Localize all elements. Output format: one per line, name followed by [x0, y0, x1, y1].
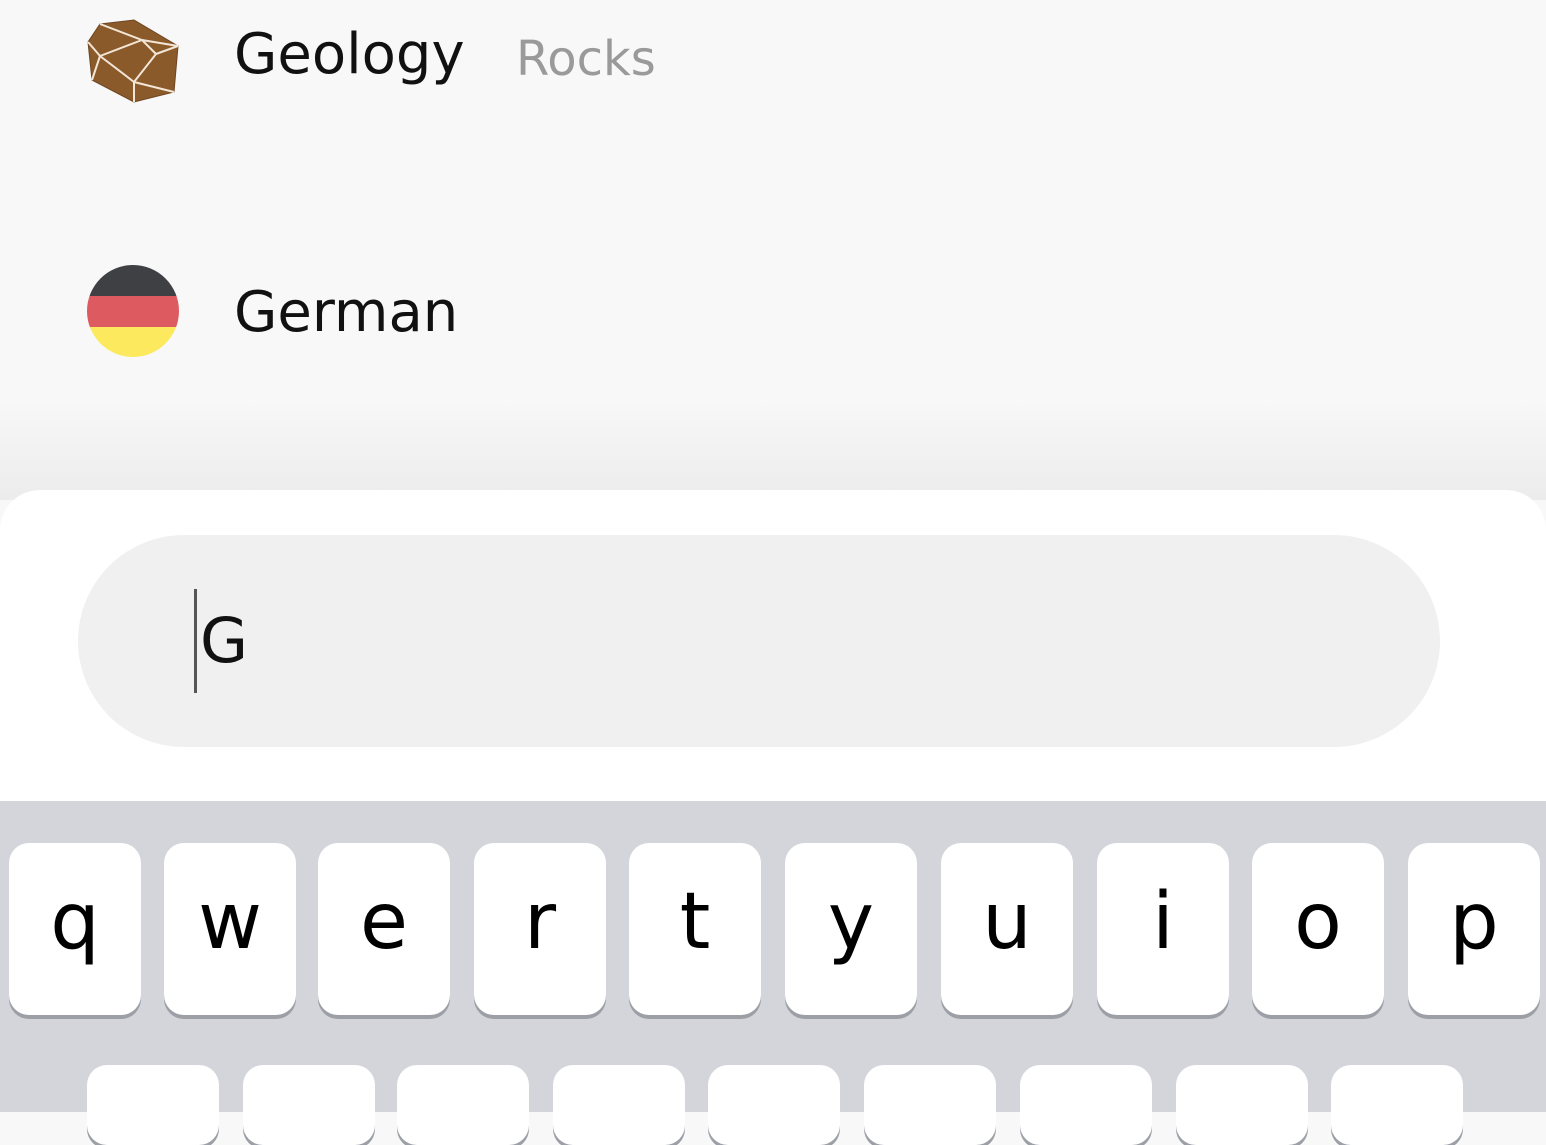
- key-p[interactable]: p: [1408, 843, 1540, 1015]
- search-results-list: Geology Rocks German: [0, 0, 1546, 500]
- key-q[interactable]: q: [9, 843, 141, 1015]
- key-i[interactable]: i: [1097, 843, 1229, 1015]
- keyboard-key[interactable]: [397, 1065, 529, 1145]
- keyboard-key[interactable]: [864, 1065, 996, 1145]
- key-e[interactable]: e: [318, 843, 450, 1015]
- text-caret: [194, 589, 197, 693]
- search-input-value: G: [200, 604, 249, 677]
- result-item-geology[interactable]: Geology Rocks: [0, 0, 1546, 130]
- keyboard-key[interactable]: [708, 1065, 840, 1145]
- result-title: Geology: [234, 22, 465, 87]
- key-r[interactable]: r: [474, 843, 606, 1015]
- search-sheet: G: [0, 490, 1546, 801]
- keyboard-key[interactable]: [553, 1065, 685, 1145]
- search-input[interactable]: G: [78, 535, 1440, 747]
- result-subtitle: Rocks: [516, 31, 656, 87]
- key-u[interactable]: u: [941, 843, 1073, 1015]
- key-t[interactable]: t: [629, 843, 761, 1015]
- german-flag-icon: [87, 265, 179, 357]
- result-title: German: [234, 280, 459, 345]
- key-w[interactable]: w: [164, 843, 296, 1015]
- key-y[interactable]: y: [785, 843, 917, 1015]
- rock-icon: [87, 19, 179, 103]
- keyboard-key[interactable]: [1020, 1065, 1152, 1145]
- result-item-german[interactable]: German: [0, 262, 1546, 392]
- key-o[interactable]: o: [1252, 843, 1384, 1015]
- on-screen-keyboard: q w e r t y u i o p: [0, 801, 1546, 1145]
- keyboard-key[interactable]: [1176, 1065, 1308, 1145]
- keyboard-key[interactable]: [243, 1065, 375, 1145]
- keyboard-key[interactable]: [1331, 1065, 1463, 1145]
- keyboard-key[interactable]: [87, 1065, 219, 1145]
